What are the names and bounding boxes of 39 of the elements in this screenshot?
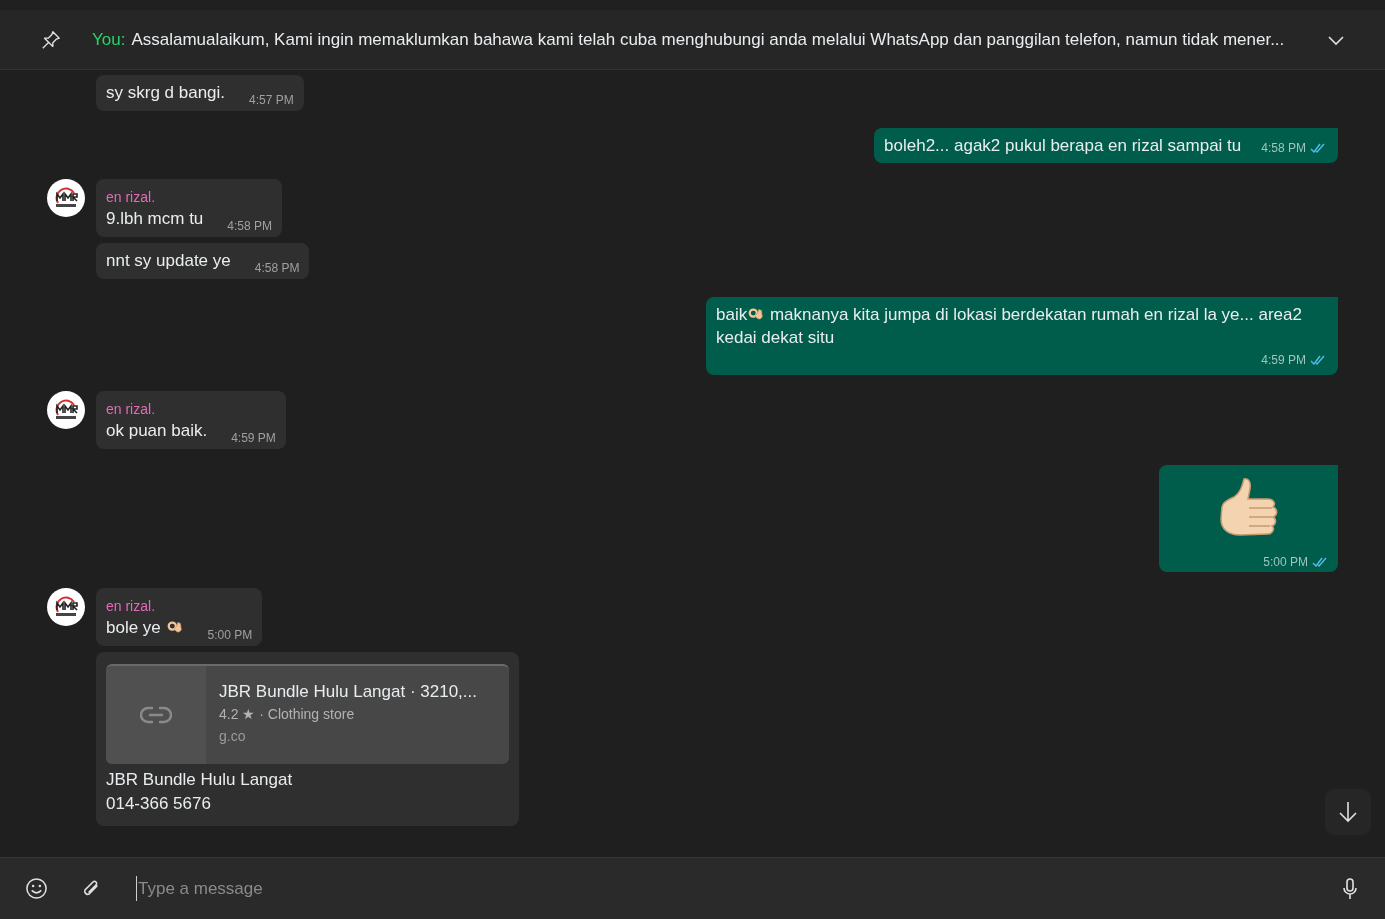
sender-name: en rizal. bbox=[106, 400, 157, 419]
pinned-sender: You: bbox=[92, 28, 126, 51]
link-title: JBR Bundle Hulu Langat · 3210,... bbox=[219, 681, 477, 703]
avatar[interactable] bbox=[47, 391, 85, 429]
link-subtitle: 4.2 ★ · Clothing store bbox=[219, 705, 356, 724]
pinned-message-text: Assalamualaikum, Kami ingin memaklumkan bahawa kami telah cuba menghubungi anda melalui WhatsApp dan panggilan telefon, namun tidak mener... bbox=[131, 28, 1285, 51]
message-text: boleh2... agak2 pukul berapa en rizal sampai tu bbox=[884, 135, 1242, 157]
message-text: bole ye bbox=[106, 616, 184, 640]
pin-icon bbox=[40, 28, 62, 51]
message-time: 5:00 PM bbox=[1263, 554, 1308, 571]
message-input[interactable]: Type a message bbox=[136, 875, 1326, 902]
sender-name: en rizal. bbox=[106, 597, 157, 616]
sender-name: en rizal. bbox=[106, 188, 157, 207]
ok-hand-emoji-icon bbox=[165, 618, 184, 636]
message-text: nnt sy update ye bbox=[106, 250, 231, 272]
ok-hand-emoji-icon bbox=[747, 305, 766, 323]
message-time: 4:58 PM bbox=[227, 218, 272, 235]
message-text: ok puan baik. bbox=[106, 420, 208, 442]
message-text: 014-366 5676 bbox=[106, 793, 212, 815]
avatar[interactable] bbox=[47, 179, 85, 217]
emoji-icon[interactable] bbox=[25, 877, 48, 900]
arrow-down-icon bbox=[1338, 801, 1358, 823]
microphone-icon[interactable] bbox=[1342, 877, 1358, 900]
message-time: 4:58 PM bbox=[1261, 140, 1306, 157]
message-time: 4:57 PM bbox=[249, 92, 294, 109]
message-time: 4:58 PM bbox=[254, 260, 300, 277]
avatar[interactable] bbox=[47, 588, 85, 626]
message-time: 4:59 PM bbox=[1261, 352, 1306, 369]
link-icon bbox=[140, 706, 172, 724]
link-preview-card[interactable]: JBR Bundle Hulu Langat · 3210,... 4.2 ★ · Clothing store g.co bbox=[106, 664, 509, 764]
message-text: baik maknanya kita jumpa di lokasi berdekatan rumah en rizal la ye... area2 kedai dekat situ bbox=[716, 304, 1303, 349]
link-domain: g.co bbox=[219, 727, 247, 746]
composer-bar[interactable]: Type a message bbox=[0, 857, 1385, 919]
message-text: 9.lbh mcm tu bbox=[106, 208, 204, 230]
message-time: 5:00 PM bbox=[207, 627, 253, 644]
message-text: sy skrg d bangi. bbox=[106, 82, 226, 104]
message-time: 4:59 PM bbox=[231, 430, 276, 447]
message-text: JBR Bundle Hulu Langat bbox=[106, 769, 294, 791]
scroll-down-button[interactable] bbox=[1325, 789, 1371, 835]
